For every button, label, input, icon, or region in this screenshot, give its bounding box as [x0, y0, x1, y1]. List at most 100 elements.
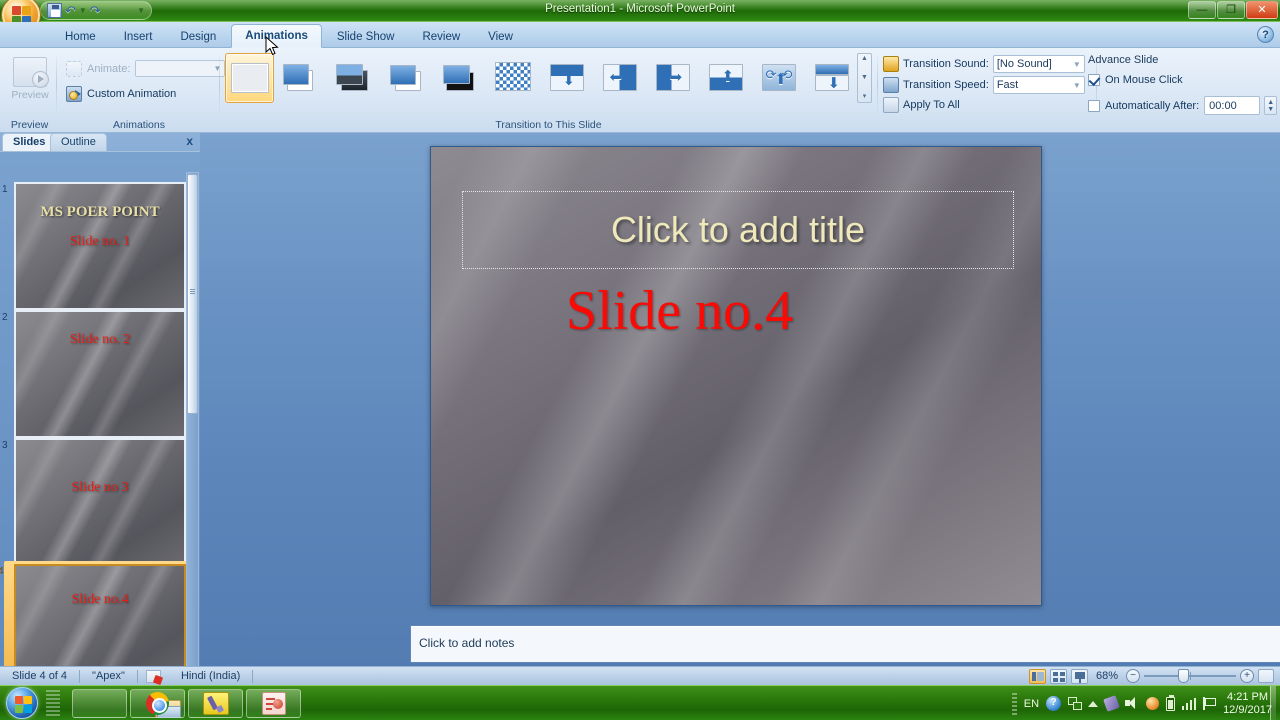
tab-home[interactable]: Home: [52, 26, 109, 48]
normal-view-button[interactable]: [1028, 668, 1046, 684]
gallery-more-icon[interactable]: ▾: [863, 93, 867, 101]
save-icon[interactable]: [47, 3, 62, 18]
zoom-in-button[interactable]: +: [1240, 669, 1254, 683]
sound-icon: [883, 56, 899, 72]
pen-tray-icon[interactable]: [1103, 695, 1120, 712]
ribbon-group-advance-slide: Advance Slide On Mouse Click Automatical…: [1080, 48, 1280, 133]
tab-slide-show[interactable]: Slide Show: [324, 26, 408, 48]
zoom-out-button[interactable]: −: [1126, 669, 1140, 683]
slide-editor-canvas[interactable]: Click to add title Slide no.4: [430, 146, 1042, 606]
show-hidden-icons-icon[interactable]: [1088, 700, 1099, 707]
show-desktop-button[interactable]: [1270, 686, 1276, 720]
transition-push-down[interactable]: ⬇: [808, 53, 857, 103]
tab-review[interactable]: Review: [409, 26, 473, 48]
transition-wedge[interactable]: ⟳ ⟲ ⬆: [755, 53, 804, 103]
slide-thumbnail-3[interactable]: 3 Slide no 3: [2, 438, 186, 566]
animate-icon: [66, 60, 82, 77]
title-placeholder[interactable]: Click to add title: [462, 191, 1014, 269]
tab-slides[interactable]: Slides: [2, 133, 57, 151]
volume-icon[interactable]: [1125, 697, 1139, 710]
tab-view[interactable]: View: [475, 26, 526, 48]
transition-wipe-right[interactable]: ➡: [649, 53, 698, 103]
taskbar-paint[interactable]: [188, 689, 243, 718]
automatically-after-stepper[interactable]: ▲ ▼: [1264, 96, 1278, 115]
transition-cut[interactable]: [384, 53, 433, 103]
automatically-after-value[interactable]: 00:00: [1204, 96, 1261, 115]
slide-thumbnail-canvas: MS POER POINT Slide no. 1: [14, 182, 186, 310]
start-button[interactable]: [6, 687, 38, 719]
language-bar[interactable]: EN: [1024, 698, 1039, 710]
quick-access-toolbar[interactable]: ↶ ▼ ↷ ▼: [40, 1, 152, 20]
spelling-check-icon[interactable]: [145, 669, 161, 683]
custom-animation-icon: [66, 86, 82, 102]
slide-body-text[interactable]: Slide no.4: [566, 279, 793, 343]
language-indicator[interactable]: Hindi (India): [169, 667, 252, 686]
transition-wipe-left[interactable]: ⬅: [596, 53, 645, 103]
slide-thumbnail-2[interactable]: 2 Slide no. 2: [2, 310, 186, 438]
transition-dissolve[interactable]: [490, 53, 539, 103]
close-pane-icon[interactable]: x: [186, 134, 193, 148]
automatically-after-label: Automatically After:: [1105, 99, 1200, 112]
thumb-subtitle: Slide no. 2: [69, 332, 131, 347]
flag-icon[interactable]: [1203, 697, 1217, 710]
gallery-scroll-up-icon[interactable]: ▲: [861, 55, 868, 63]
slide-sorter-view-button[interactable]: [1049, 668, 1067, 684]
group-separator: [56, 52, 57, 117]
zoom-slider-handle[interactable]: [1178, 669, 1189, 683]
gallery-scroll-down-icon[interactable]: ▼: [861, 74, 868, 82]
taskbar-powerpoint[interactable]: [246, 689, 301, 718]
animate-dropdown[interactable]: ▼: [135, 60, 226, 77]
help-icon[interactable]: ?: [1257, 26, 1274, 43]
on-mouse-click-checkbox[interactable]: [1088, 74, 1100, 86]
transition-gallery: ⬇ ⬅ ➡ ⬆ ⟳ ⟲ ⬆ ⬇: [225, 53, 857, 103]
undo-icon[interactable]: ↶: [65, 3, 76, 18]
preview-icon: [13, 57, 49, 88]
close-button[interactable]: ✕: [1246, 1, 1278, 19]
speed-icon: [883, 77, 899, 93]
signal-icon[interactable]: [1182, 697, 1197, 710]
automatically-after-row[interactable]: Automatically After: 00:00 ▲ ▼: [1088, 96, 1278, 115]
taskbar-explorer[interactable]: [72, 689, 181, 718]
custom-animation-row[interactable]: Custom Animation: [66, 86, 176, 102]
restore-button[interactable]: ❐: [1217, 1, 1245, 19]
clock[interactable]: 4:21 PM 12/9/2017: [1223, 691, 1276, 717]
fit-to-window-button[interactable]: [1258, 669, 1274, 683]
tab-insert[interactable]: Insert: [111, 26, 166, 48]
tab-outline[interactable]: Outline: [50, 133, 107, 151]
slide-thumbnail-canvas: Slide no. 2: [14, 310, 186, 438]
slide-counter[interactable]: Slide 4 of 4: [0, 667, 79, 686]
redo-icon[interactable]: ↷: [90, 3, 101, 18]
minimize-button[interactable]: —: [1188, 1, 1216, 19]
transition-fade-through-black[interactable]: [331, 53, 380, 103]
slides-pane-tabs: Slides Outline x: [0, 133, 200, 151]
transition-sound-dropdown[interactable]: [No Sound] ▼: [992, 55, 1085, 73]
apply-to-all-button[interactable]: Apply To All: [883, 97, 960, 113]
zoom-level: 68%: [1095, 670, 1118, 682]
transition-no-transition[interactable]: [225, 53, 274, 103]
ribbon-tabs: Home Insert Design Animations Slide Show…: [52, 22, 528, 48]
slide-thumbnail-1[interactable]: 1 MS POER POINT Slide no. 1: [2, 182, 186, 310]
transition-wipe-up[interactable]: ⬆: [702, 53, 751, 103]
slides-pane-scrollbar-thumb[interactable]: [187, 174, 198, 414]
slide-show-view-button[interactable]: [1070, 668, 1088, 684]
network-tray-icon[interactable]: [1068, 697, 1083, 710]
battery-icon[interactable]: [1166, 694, 1176, 711]
help-tray-icon[interactable]: ?: [1046, 696, 1062, 711]
customize-qat-icon[interactable]: ▼: [137, 4, 151, 18]
ribbon-group-animations: Animate: ▼ Custom Animation Animations: [58, 48, 226, 133]
tab-design[interactable]: Design: [167, 26, 229, 48]
transition-wipe-down[interactable]: ⬇: [543, 53, 592, 103]
action-center-icon[interactable]: [1146, 697, 1160, 710]
transition-speed-dropdown[interactable]: Fast ▼: [992, 76, 1085, 94]
undo-dropdown-icon[interactable]: ▼: [79, 4, 87, 18]
on-mouse-click-row[interactable]: On Mouse Click: [1088, 74, 1183, 86]
zoom-slider[interactable]: [1144, 669, 1236, 683]
taskbar-chrome[interactable]: [130, 689, 185, 718]
gallery-scrollbar[interactable]: ▲ ▼ ▾: [857, 53, 872, 103]
notes-pane[interactable]: Click to add notes: [410, 625, 1280, 663]
preview-button[interactable]: Preview: [10, 54, 50, 112]
theme-name[interactable]: "Apex": [80, 667, 137, 686]
automatically-after-checkbox[interactable]: [1088, 99, 1100, 112]
transition-cut-through-black[interactable]: [437, 53, 486, 103]
transition-fade-smoothly[interactable]: [278, 53, 327, 103]
